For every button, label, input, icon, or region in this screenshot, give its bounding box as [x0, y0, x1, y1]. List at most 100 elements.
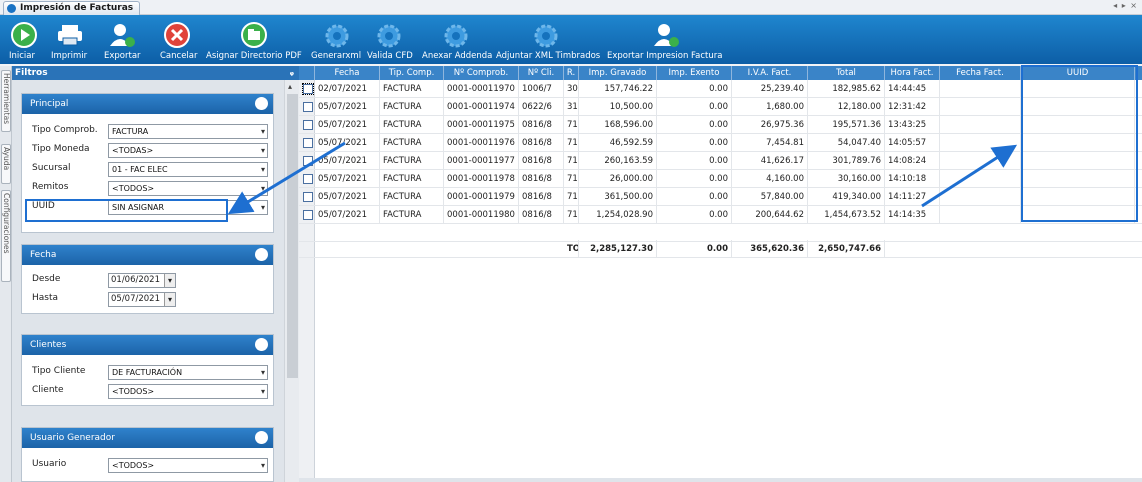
cell-fecha-fact — [940, 206, 1021, 224]
window-controls[interactable]: ◂ ▸ × — [1113, 1, 1138, 10]
cell-hora-fact: 14:05:57 — [885, 134, 940, 152]
cell-total: 182,985.62 — [808, 80, 885, 98]
total-total: 2,650,747.66 — [808, 240, 885, 258]
col-fecha[interactable]: Fecha — [315, 66, 380, 80]
sucursal-select[interactable]: 01 - FAC ELEC — [108, 162, 268, 177]
fecha-header[interactable]: Fecha — [22, 245, 273, 265]
cell-imp-gravado: 157,746.22 — [579, 80, 657, 98]
row-checkbox[interactable] — [302, 83, 314, 95]
row-checkbox[interactable] — [303, 210, 313, 220]
table-row[interactable]: 05/07/2021FACTURA0001-000119790816/87113… — [299, 188, 1142, 206]
cell-fecha-fact — [940, 152, 1021, 170]
principal-header[interactable]: Principal — [22, 94, 273, 114]
tipo-comprob-row: Tipo Comprob. FACTURA — [22, 122, 275, 140]
tipo-moneda-select[interactable]: <TODAS> — [108, 143, 268, 158]
collapse-icon[interactable] — [255, 338, 268, 351]
col-total[interactable]: Total — [808, 66, 885, 80]
pin-icon[interactable]: ᵩ — [290, 66, 294, 80]
scrollbar-thumb[interactable] — [287, 94, 298, 378]
hasta-date-field[interactable]: 05/07/2021 ▾ — [108, 292, 176, 307]
toolbar: Iniciar Imprimir Exportar Cancelar Asign… — [0, 15, 1142, 64]
usuario-header[interactable]: Usuario Generador — [22, 428, 273, 448]
cell-fecha: 05/07/2021 — [315, 116, 380, 134]
col-imp-gravado[interactable]: Imp. Gravado — [579, 66, 657, 80]
folder-icon — [241, 22, 267, 48]
cell-r: 711 — [564, 188, 579, 206]
tab-herramientas[interactable]: Herramientas — [1, 70, 11, 132]
cell-tip-comp: FACTURA — [380, 80, 444, 98]
table-row[interactable]: 02/07/2021FACTURA0001-000119701006/73011… — [299, 80, 1142, 98]
col-r[interactable]: R. — [564, 66, 579, 80]
col-imp-exento[interactable]: Imp. Exento — [657, 66, 732, 80]
cell-fecha-fact — [940, 80, 1021, 98]
col-tip-comp[interactable]: Tip. Comp. — [380, 66, 444, 80]
window-tab[interactable]: Impresión de Facturas — [3, 1, 141, 15]
cell-hora-fact: 13:43:25 — [885, 116, 940, 134]
row-checkbox[interactable] — [303, 192, 313, 202]
sucursal-row: Sucursal 01 - FAC ELEC — [22, 160, 275, 178]
row-checkbox[interactable] — [303, 102, 313, 112]
cell-num-cli: 0816/8 — [519, 206, 564, 224]
col-num-cli[interactable]: Nº Cli. — [519, 66, 564, 80]
cliente-select[interactable]: <TODOS> — [108, 384, 268, 399]
fecha-panel: Fecha Desde 01/06/2021 ▾ Hasta 05/07/2021… — [21, 244, 274, 314]
col-hora-fact[interactable]: Hora Fact. — [885, 66, 940, 80]
dropdown-icon[interactable]: ▾ — [164, 274, 175, 287]
cell-imp-exento: 0.00 — [657, 206, 732, 224]
dropdown-icon[interactable]: ▾ — [164, 293, 175, 306]
cell-tip-comp: FACTURA — [380, 170, 444, 188]
totals-row: TO 2,285,127.30 0.00 365,620.36 2,650,74… — [299, 240, 1142, 258]
cell-r: 711 — [564, 206, 579, 224]
filters-scrollbar[interactable]: ▴ — [284, 80, 299, 482]
cell-iva-fact: 200,644.62 — [732, 206, 808, 224]
clientes-header[interactable]: Clientes — [22, 335, 273, 355]
cell-tip-comp: FACTURA — [380, 98, 444, 116]
col-iva-fact[interactable]: I.V.A. Fact. — [732, 66, 808, 80]
collapse-icon[interactable] — [255, 248, 268, 261]
tab-configuraciones[interactable]: Configuraciones — [1, 190, 11, 282]
collapse-icon[interactable] — [255, 431, 268, 444]
cell-imp-gravado: 1,254,028.90 — [579, 206, 657, 224]
remitos-select[interactable]: <TODOS> — [108, 181, 268, 196]
row-checkbox[interactable] — [303, 174, 313, 184]
row-checkbox[interactable] — [303, 120, 313, 130]
cell-fecha: 05/07/2021 — [315, 206, 380, 224]
tab-ayuda[interactable]: Ayuda — [1, 144, 11, 184]
total-iva: 365,620.36 — [732, 240, 808, 258]
cell-total: 301,789.76 — [808, 152, 885, 170]
table-row[interactable]: 05/07/2021FACTURA0001-000119780816/87112… — [299, 170, 1142, 188]
row-checkbox[interactable] — [303, 138, 313, 148]
table-row[interactable]: 05/07/2021FACTURA0001-000119800816/87111… — [299, 206, 1142, 224]
cell-total: 12,180.00 — [808, 98, 885, 116]
cell-total: 30,160.00 — [808, 170, 885, 188]
cell-hora-fact: 12:31:42 — [885, 98, 940, 116]
window-tab-bar: Impresión de Facturas ◂ ▸ × — [0, 0, 1142, 15]
cell-imp-exento: 0.00 — [657, 170, 732, 188]
row-checkbox[interactable] — [303, 156, 313, 166]
col-num-comprob[interactable]: Nº Comprob. — [444, 66, 519, 80]
usuario-select[interactable]: <TODOS> — [108, 458, 268, 473]
table-row[interactable]: 05/07/2021FACTURA0001-000119760816/87114… — [299, 134, 1142, 152]
tipo-comprob-select[interactable]: FACTURA — [108, 124, 268, 139]
tipo-cliente-select[interactable]: DE FACTURACIÓN — [108, 365, 268, 380]
collapse-icon[interactable] — [255, 97, 268, 110]
cell-hora-fact: 14:14:35 — [885, 206, 940, 224]
table-row[interactable]: 05/07/2021FACTURA0001-000119740622/63121… — [299, 98, 1142, 116]
cell-num-cli: 0816/8 — [519, 134, 564, 152]
desde-date-field[interactable]: 01/06/2021 ▾ — [108, 273, 176, 288]
col-fecha-fact[interactable]: Fecha Fact. — [940, 66, 1021, 80]
cell-r: 301 — [564, 80, 579, 98]
cell-num-comprob: 0001-00011975 — [444, 116, 519, 134]
table-row[interactable]: 05/07/2021FACTURA0001-000119770816/87112… — [299, 152, 1142, 170]
scroll-up-icon[interactable]: ▴ — [288, 82, 292, 91]
table-row[interactable]: 05/07/2021FACTURA0001-000119750816/87111… — [299, 116, 1142, 134]
cell-num-comprob: 0001-00011978 — [444, 170, 519, 188]
gear-icon — [442, 22, 468, 48]
cell-fecha: 05/07/2021 — [315, 98, 380, 116]
cell-tip-comp: FACTURA — [380, 116, 444, 134]
export-user-icon — [652, 22, 679, 48]
clientes-panel: Clientes Tipo Cliente DE FACTURACIÓN Cli… — [21, 334, 274, 406]
cell-imp-gravado: 260,163.59 — [579, 152, 657, 170]
cell-hora-fact: 14:11:27 — [885, 188, 940, 206]
invoice-grid: Fecha Tip. Comp. Nº Comprob. Nº Cli. R. … — [299, 66, 1142, 482]
